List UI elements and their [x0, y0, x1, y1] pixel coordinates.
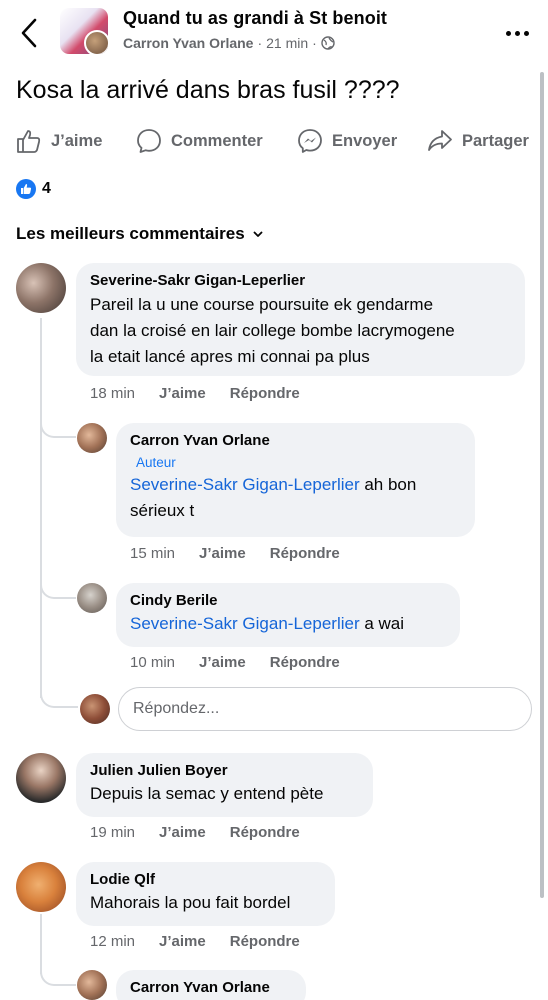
group-avatar[interactable] — [60, 8, 108, 54]
comment-meta: 12 min J’aime Répondre — [90, 933, 300, 950]
commenter-name[interactable]: Severine-Sakr Gigan-Leperlier — [90, 272, 511, 289]
comment-text: Severine-Sakr Gigan-Leperlier ah bon sér… — [130, 472, 461, 524]
group-title[interactable]: Quand tu as grandi à St benoit — [123, 8, 387, 29]
comment-text-part: ah bon — [359, 475, 417, 494]
post-text: Kosa la arrivé dans bras fusil ???? — [16, 76, 400, 104]
commenter-name[interactable]: Carron Yvan Orlane — [130, 979, 292, 996]
mention-link[interactable]: Severine-Sakr Gigan-Leperlier — [130, 614, 360, 633]
current-user-avatar — [80, 694, 110, 724]
author-avatar — [84, 30, 108, 54]
messenger-icon — [298, 129, 322, 153]
post-time: 21 min — [266, 35, 309, 51]
dot — [523, 30, 529, 36]
post-meta: Carron Yvan Orlane · 21 min · — [123, 35, 335, 51]
globe-icon — [321, 36, 335, 50]
send-button[interactable]: Envoyer — [297, 124, 397, 158]
comment-like-button[interactable]: J’aime — [199, 545, 246, 562]
chevron-down-icon — [253, 231, 263, 237]
thread-branch — [40, 680, 78, 708]
reply-placeholder: Répondez... — [133, 700, 220, 717]
thread-branch — [40, 412, 76, 438]
comment-like-button[interactable]: J’aime — [159, 385, 206, 402]
comment-text: Depuis la semac y entend pète — [90, 784, 324, 803]
commenter-name[interactable]: Cindy Berile — [130, 592, 446, 609]
thread-branch — [40, 575, 76, 599]
comment-time: 19 min — [90, 824, 136, 841]
comment-meta: 10 min J’aime Répondre — [130, 654, 340, 671]
comment-bubble: Carron Yvan Orlane — [116, 970, 306, 1000]
comment-icon — [137, 129, 161, 153]
meta-separator: · — [257, 35, 263, 51]
comment-meta: 19 min J’aime Répondre — [90, 824, 300, 841]
scrollbar[interactable] — [540, 72, 544, 898]
commenter-name[interactable]: Carron Yvan Orlane — [130, 432, 461, 449]
comment-time: 18 min — [90, 385, 136, 402]
action-bar: J’aime Commenter Envoyer Partager — [0, 124, 548, 158]
comment-reply-button[interactable]: Répondre — [230, 933, 300, 950]
comment-reply-button[interactable]: Répondre — [230, 824, 300, 841]
comment-bubble: Lodie Qlf Mahorais la pou fait bordel — [76, 862, 335, 926]
more-options-button[interactable] — [504, 22, 530, 44]
post-author[interactable]: Carron Yvan Orlane — [123, 35, 253, 51]
comment-text: Mahorais la pou fait bordel — [90, 893, 291, 912]
comment-text: Pareil la u une course poursuite ek gend… — [90, 292, 511, 370]
comment-bubble: Severine-Sakr Gigan-Leperlier Pareil la … — [76, 263, 525, 376]
commenter-avatar[interactable] — [77, 970, 107, 1000]
share-icon — [428, 130, 452, 151]
commenter-avatar[interactable] — [77, 423, 107, 453]
comment-time: 10 min — [130, 654, 176, 671]
comment-like-button[interactable]: J’aime — [199, 654, 246, 671]
comment-time: 12 min — [90, 933, 136, 950]
author-badge: Auteur — [136, 455, 176, 470]
comment-text-part: a wai — [359, 614, 405, 633]
comment-like-button[interactable]: J’aime — [159, 824, 206, 841]
thread-branch — [40, 962, 76, 986]
meta-separator: · — [312, 35, 317, 51]
chevron-left-icon — [21, 18, 37, 48]
comment-line: dan la croisé en lair college bombe lacr… — [90, 321, 455, 340]
reaction-summary[interactable]: 4 — [16, 179, 51, 199]
mention-link[interactable]: Severine-Sakr Gigan-Leperlier — [130, 475, 360, 494]
share-label: Partager — [462, 131, 529, 150]
comment-meta: 15 min J’aime Répondre — [130, 545, 340, 562]
commenter-avatar[interactable] — [16, 862, 66, 912]
post-header: Quand tu as grandi à St benoit Carron Yv… — [0, 0, 548, 66]
send-label: Envoyer — [332, 131, 398, 150]
comment-line: sérieux t — [130, 501, 195, 520]
comment-line: Pareil la u une course poursuite ek gend… — [90, 295, 434, 314]
comment-sort-dropdown[interactable]: Les meilleurs commentaires — [16, 224, 263, 244]
dot — [514, 30, 520, 36]
thumbs-up-icon — [17, 130, 41, 153]
comment-bubble: Cindy Berile Severine-Sakr Gigan-Leperli… — [116, 583, 460, 647]
comment-bubble: Carron Yvan Orlane Auteur Severine-Sakr … — [116, 423, 475, 537]
back-button[interactable] — [14, 16, 44, 50]
commenter-name[interactable]: Julien Julien Boyer — [90, 762, 359, 779]
commenter-avatar[interactable] — [77, 583, 107, 613]
comment-time: 15 min — [130, 545, 176, 562]
comment-label: Commenter — [171, 131, 263, 150]
commenter-avatar[interactable] — [16, 753, 66, 803]
comment-reply-button[interactable]: Répondre — [230, 385, 300, 402]
reaction-count: 4 — [42, 180, 51, 197]
comment-meta: 18 min J’aime Répondre — [90, 385, 300, 402]
comment-line: la etait lancé apres mi connai pa plus — [90, 347, 370, 366]
commenter-avatar[interactable] — [16, 263, 66, 313]
commenter-name[interactable]: Lodie Qlf — [90, 871, 321, 888]
reply-input[interactable]: Répondez... — [118, 687, 532, 731]
comment-like-button[interactable]: J’aime — [159, 933, 206, 950]
comment-button[interactable]: Commenter — [136, 124, 263, 158]
thread-line — [40, 318, 42, 698]
comment-text: Severine-Sakr Gigan-Leperlier a wai — [130, 611, 446, 637]
sort-label: Les meilleurs commentaires — [16, 224, 245, 243]
share-button[interactable]: Partager — [427, 124, 529, 158]
like-button[interactable]: J’aime — [16, 124, 102, 158]
comment-bubble: Julien Julien Boyer Depuis la semac y en… — [76, 753, 373, 817]
comment-reply-button[interactable]: Répondre — [270, 654, 340, 671]
comment-reply-button[interactable]: Répondre — [270, 545, 340, 562]
thumbs-up-icon — [16, 179, 36, 199]
dot — [505, 30, 511, 36]
like-label: J’aime — [51, 131, 103, 150]
